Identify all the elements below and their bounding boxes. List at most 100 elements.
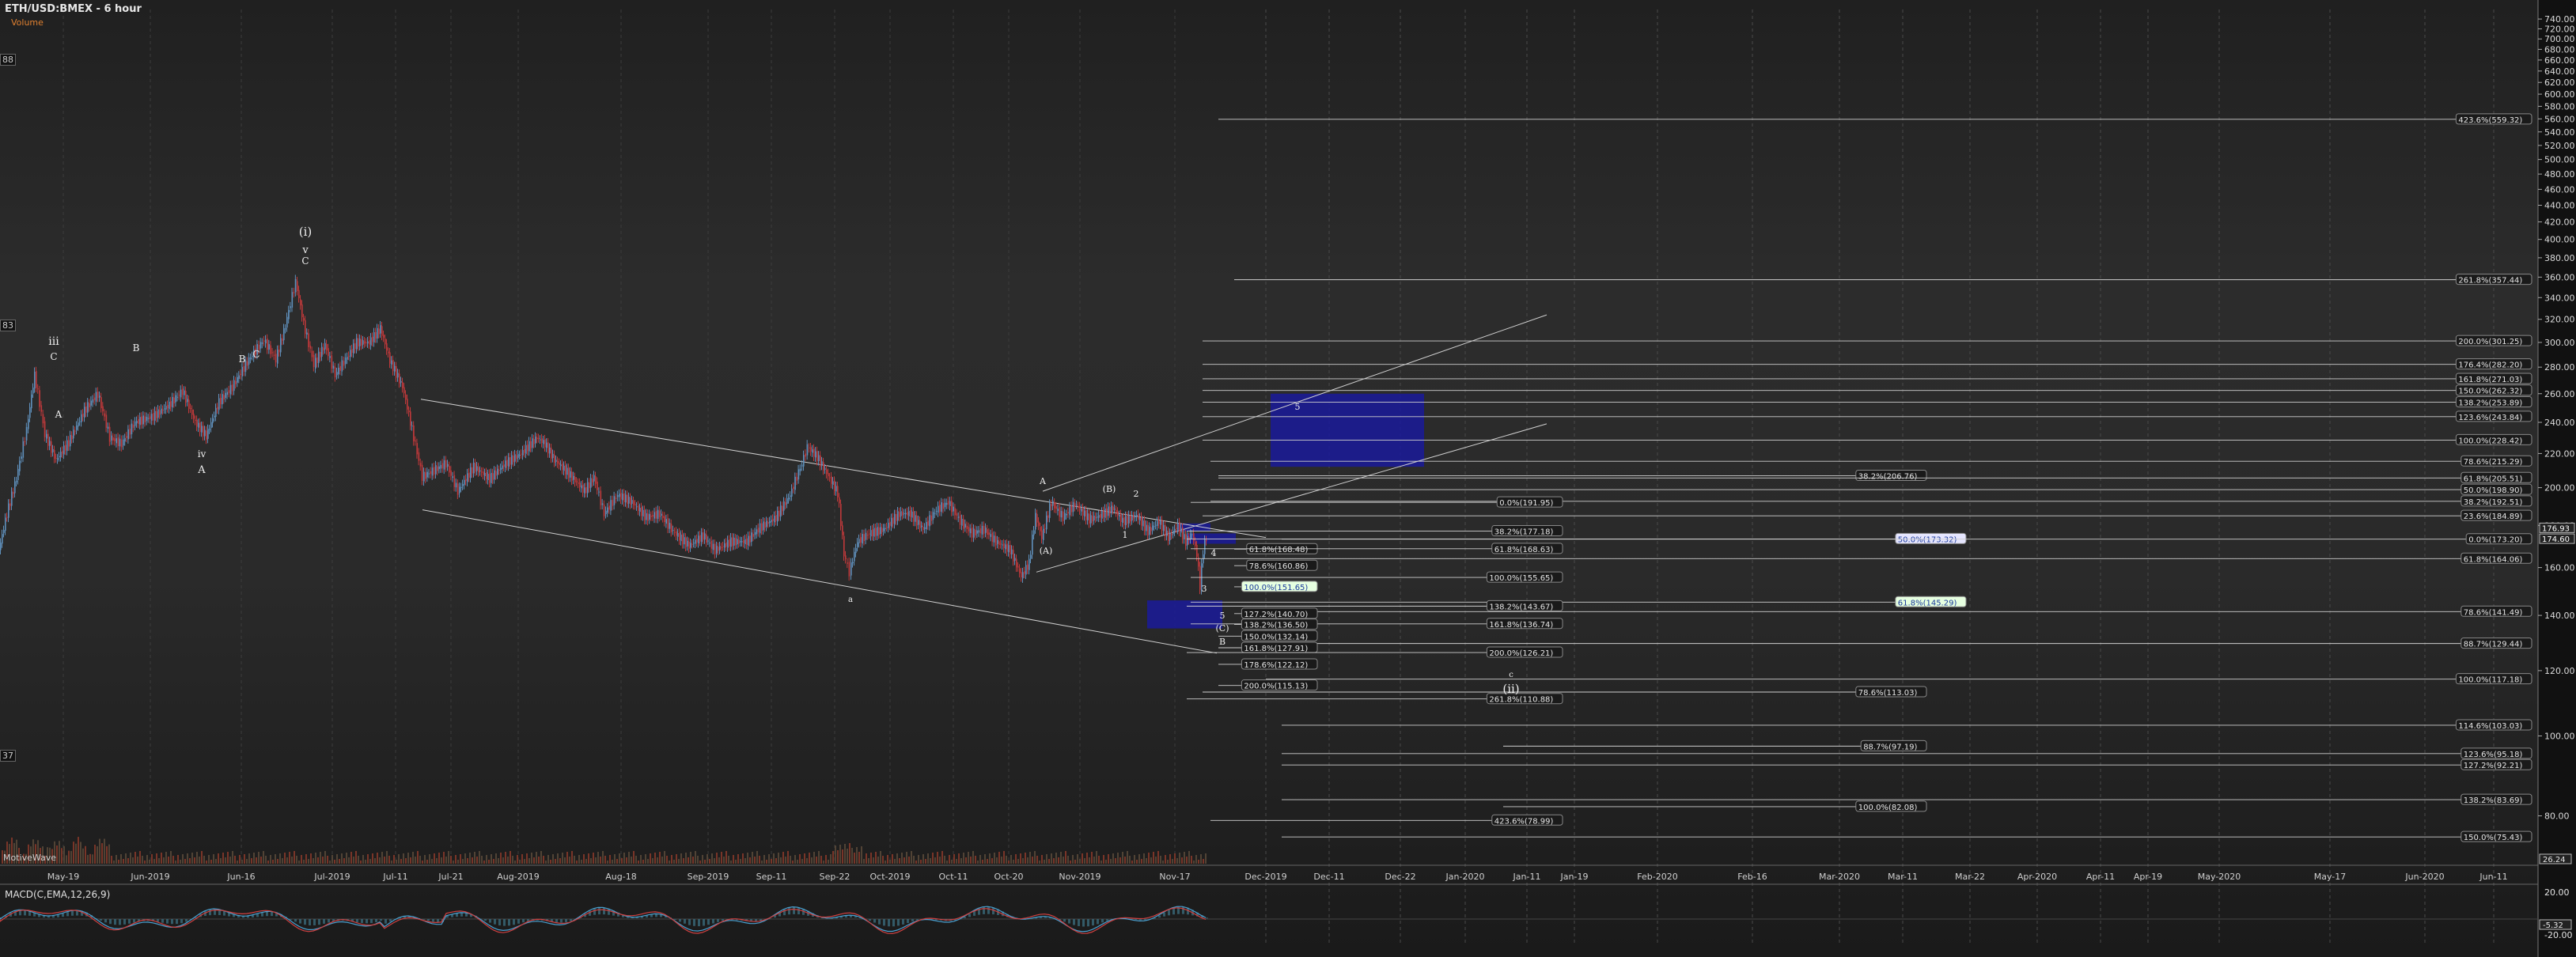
y-tick-label: 580.00 <box>2544 101 2575 112</box>
volume-bar <box>270 855 271 864</box>
candle-body <box>223 395 225 400</box>
chart-canvas[interactable]: May-19 Jun-2019 Jun-16 Jul-2019 Jul-11 Jul-21… <box>0 0 2576 957</box>
candle-body <box>1179 522 1180 532</box>
candle-body <box>92 399 94 403</box>
volume-bar <box>958 853 960 864</box>
candle-body <box>1040 527 1041 531</box>
candle-body <box>229 384 232 395</box>
candle-body <box>628 497 630 504</box>
volume-bar <box>1022 858 1024 864</box>
volume-bar <box>816 857 817 864</box>
candle-body <box>880 527 881 535</box>
candle-body <box>1064 513 1066 520</box>
candle-body <box>392 360 394 372</box>
candle-body <box>375 331 377 339</box>
candle-body <box>680 534 682 542</box>
candle-body <box>316 357 318 364</box>
volume-bar <box>106 845 108 864</box>
fib-level-label: 38.2%(177.18) <box>1494 528 1554 536</box>
volume-bar <box>125 853 127 864</box>
volume-bar <box>469 853 471 864</box>
candle-body <box>206 430 207 440</box>
volume-bar <box>1186 857 1188 864</box>
candle-body <box>354 342 356 350</box>
candle-body <box>852 562 854 564</box>
volume-bar <box>1082 853 1083 864</box>
candle-body <box>263 340 265 342</box>
candle-body <box>413 425 415 442</box>
volume-bar <box>208 855 210 864</box>
candle-body <box>574 477 576 482</box>
candle-body <box>164 408 165 410</box>
volume-bar <box>1006 856 1007 864</box>
volume-bar <box>327 856 328 864</box>
candle-body <box>249 357 252 359</box>
x-tick-label: Feb-16 <box>1737 872 1767 882</box>
fib-level-label: 61.8%(164.06) <box>2464 555 2523 564</box>
candle-body <box>677 533 679 537</box>
candle-body <box>1011 549 1013 554</box>
volume-bar <box>436 858 438 864</box>
candle-body <box>341 360 343 372</box>
macd-histogram-bar <box>684 919 686 924</box>
candle-body <box>17 468 19 480</box>
candle-body <box>1013 550 1014 562</box>
volume-bar <box>676 854 677 864</box>
volume-value-label: 26.24 <box>2543 856 2566 864</box>
candle-body <box>716 546 718 554</box>
price-chart[interactable]: May-19 Jun-2019 Jun-16 Jul-2019 Jul-11 Jul-21… <box>0 0 2576 957</box>
candle-body <box>492 473 494 480</box>
volume-bar <box>253 853 255 864</box>
candle-body <box>593 475 595 482</box>
candle-body <box>108 426 111 442</box>
volume-bar <box>498 858 499 864</box>
candle-body <box>1122 517 1123 523</box>
volume-bar <box>661 857 663 864</box>
fib-level-label: 114.6%(103.03) <box>2458 722 2522 731</box>
candle-body <box>1108 506 1109 516</box>
candle-body <box>823 462 824 471</box>
macd-histogram-bar <box>318 919 320 925</box>
candle-body <box>746 538 748 546</box>
candle-body <box>714 543 716 554</box>
macd-label: MACD(C,EMA,12,26,9) <box>5 889 111 900</box>
macd-histogram-bar <box>888 919 890 927</box>
candle-body <box>433 467 435 475</box>
candle-body <box>309 345 312 349</box>
volume-bar <box>415 857 416 864</box>
volume-bar <box>1098 856 1100 864</box>
volume-bar <box>809 853 810 864</box>
volume-bar <box>1067 856 1069 864</box>
candle-body <box>907 512 908 516</box>
candle-body <box>5 517 6 531</box>
volume-bar <box>607 861 608 864</box>
candle-body <box>971 528 973 538</box>
volume-bar <box>571 851 573 864</box>
candle-body <box>612 500 614 506</box>
candle-body <box>835 486 837 492</box>
candle-body <box>119 438 121 447</box>
candle-body <box>44 421 46 437</box>
volume-bar <box>1003 851 1005 864</box>
volume-bar <box>1131 861 1133 864</box>
volume-bar <box>685 853 687 864</box>
candle-body <box>111 435 112 441</box>
candle-body <box>816 451 818 461</box>
candle-body <box>470 467 472 478</box>
candle-body <box>388 351 389 354</box>
volume-bar <box>99 838 100 864</box>
candle-body <box>1006 543 1008 552</box>
volume-bar <box>847 849 848 864</box>
volume-bar <box>331 855 333 864</box>
macd-value-label: -5.32 <box>2543 921 2563 930</box>
candle-body <box>298 289 300 299</box>
volume-bar <box>1086 853 1088 864</box>
candle-body <box>196 419 198 427</box>
candle-body <box>608 505 610 510</box>
wave-label: a <box>848 596 853 604</box>
candle-body <box>993 535 995 543</box>
volume-bar <box>118 860 119 864</box>
candle-body <box>775 515 777 521</box>
x-tick-label: Dec-11 <box>1313 872 1344 882</box>
volume-bar <box>946 861 948 864</box>
